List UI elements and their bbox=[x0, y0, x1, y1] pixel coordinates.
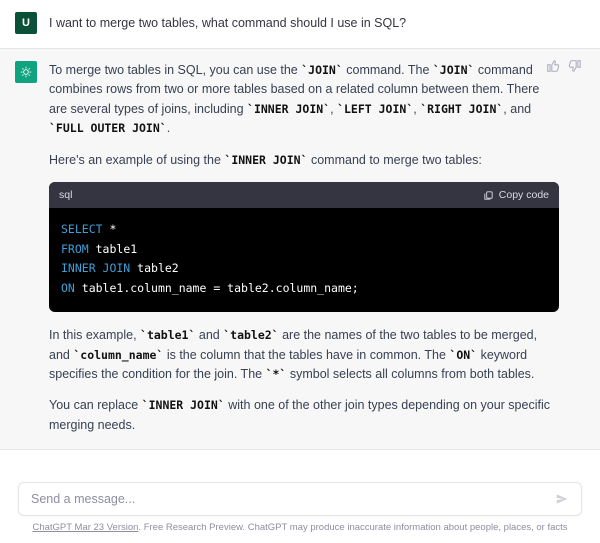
thumbs-up-button[interactable] bbox=[546, 59, 560, 76]
assistant-paragraph: You can replace `INNER JOIN` with one of… bbox=[49, 396, 559, 435]
send-button[interactable] bbox=[555, 492, 569, 506]
assistant-message-content: To merge two tables in SQL, you can use … bbox=[49, 61, 585, 435]
thumbs-down-icon bbox=[568, 59, 582, 73]
footer-disclaimer: ChatGPT Mar 23 Version. Free Research Pr… bbox=[18, 516, 582, 537]
inline-code: `JOIN` bbox=[301, 63, 343, 77]
inline-code: `INNER JOIN` bbox=[224, 153, 307, 167]
assistant-message-row: To merge two tables in SQL, you can use … bbox=[0, 48, 600, 450]
send-icon bbox=[555, 492, 569, 506]
inline-code: `LEFT JOIN` bbox=[337, 102, 413, 116]
thumbs-up-icon bbox=[546, 59, 560, 73]
inline-code: `FULL OUTER JOIN` bbox=[49, 121, 167, 135]
inline-code: `table2` bbox=[223, 328, 278, 342]
assistant-avatar bbox=[15, 61, 37, 83]
inline-code: `JOIN` bbox=[433, 63, 475, 77]
inline-code: `*` bbox=[266, 367, 287, 381]
inline-code: `ON` bbox=[449, 348, 477, 362]
message-input[interactable] bbox=[31, 492, 555, 506]
openai-logo-icon bbox=[19, 65, 33, 79]
code-block-header: sql Copy code bbox=[49, 182, 559, 208]
assistant-paragraph: To merge two tables in SQL, you can use … bbox=[49, 61, 559, 139]
user-message-row: U I want to merge two tables, what comma… bbox=[0, 0, 600, 48]
composer-area: ChatGPT Mar 23 Version. Free Research Pr… bbox=[0, 476, 600, 543]
thumbs-down-button[interactable] bbox=[568, 59, 582, 76]
clipboard-icon bbox=[483, 190, 494, 201]
copy-code-button[interactable]: Copy code bbox=[483, 187, 549, 203]
user-message-text: I want to merge two tables, what command… bbox=[49, 12, 585, 34]
assistant-paragraph: In this example, `table1` and `table2` a… bbox=[49, 326, 559, 384]
version-link[interactable]: ChatGPT Mar 23 Version bbox=[32, 522, 138, 533]
inline-code: `table1` bbox=[140, 328, 195, 342]
user-avatar: U bbox=[15, 12, 37, 34]
code-language-label: sql bbox=[59, 187, 72, 203]
inline-code: `INNER JOIN` bbox=[247, 102, 330, 116]
inline-code: `INNER JOIN` bbox=[142, 398, 225, 412]
feedback-buttons bbox=[546, 59, 582, 76]
code-content: SELECT * FROM table1 INNER JOIN table2 O… bbox=[49, 208, 559, 312]
message-input-container bbox=[18, 482, 582, 516]
assistant-paragraph: Here's an example of using the `INNER JO… bbox=[49, 151, 559, 170]
code-block: sql Copy code SELECT * FROM table1 INNER… bbox=[49, 182, 559, 312]
inline-code: `RIGHT JOIN` bbox=[420, 102, 503, 116]
inline-code: `column_name` bbox=[73, 348, 163, 362]
